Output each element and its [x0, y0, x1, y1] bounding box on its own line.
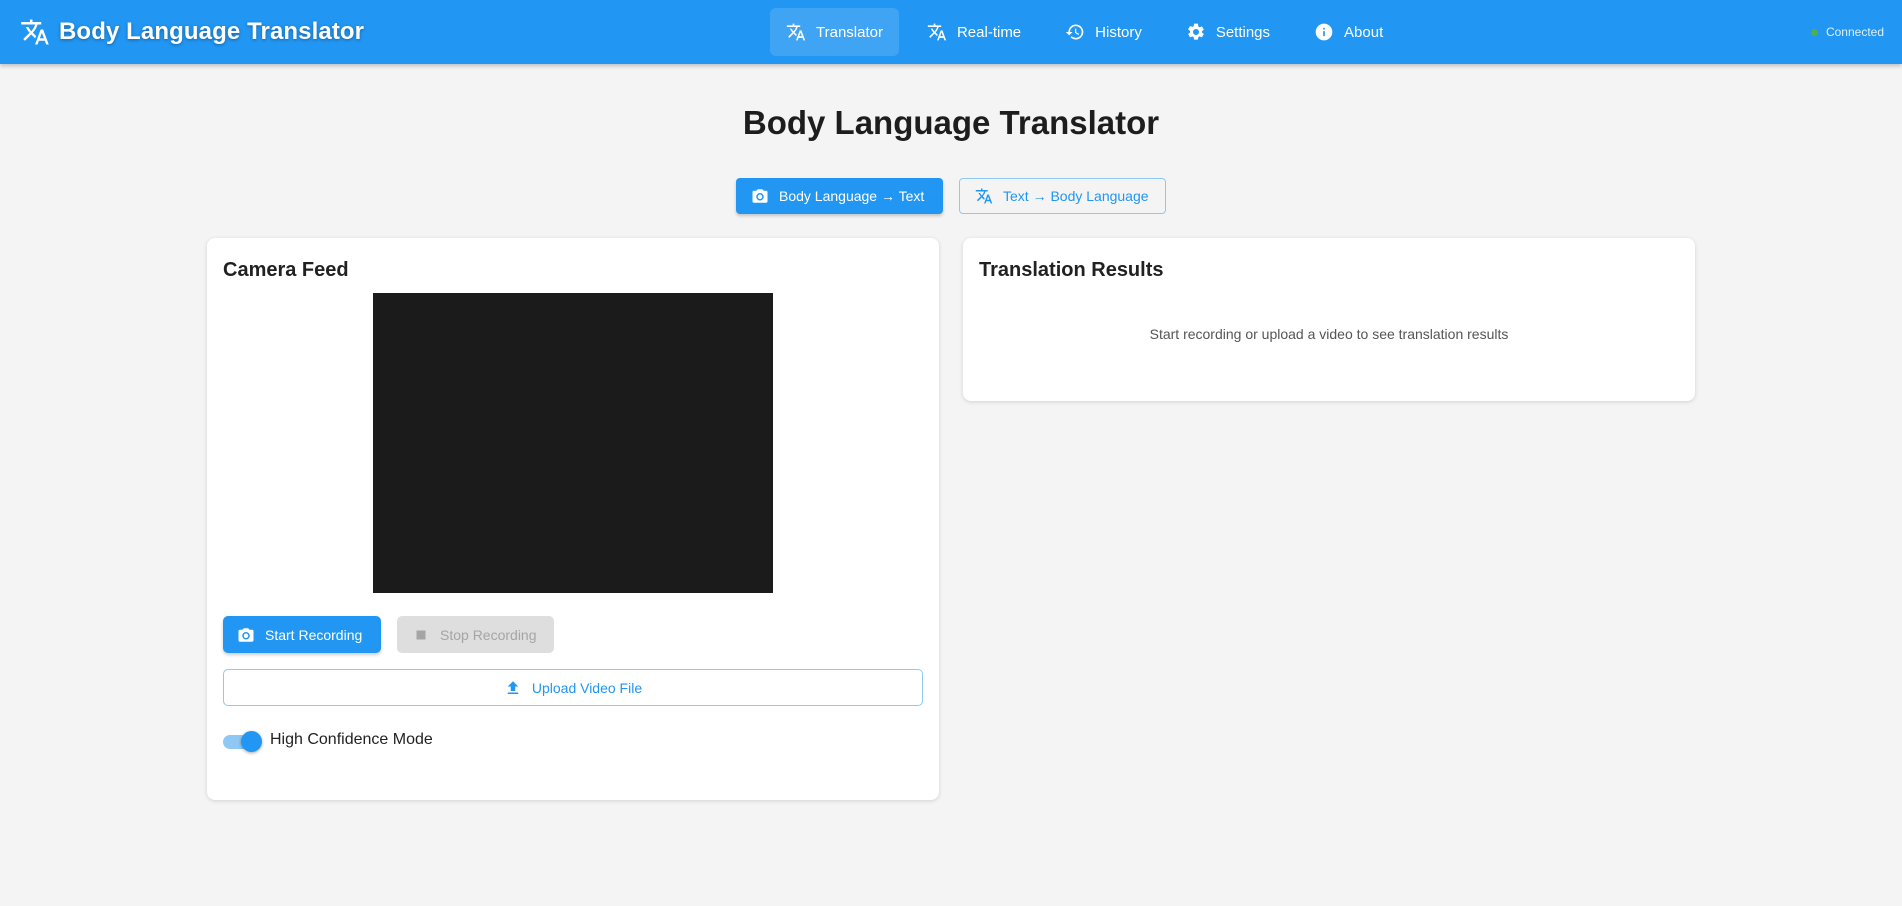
high-confidence-toggle[interactable]: High Confidence Mode [223, 728, 433, 752]
body-to-text-button[interactable]: Body Language → Text [736, 178, 943, 214]
gear-icon [1188, 23, 1204, 40]
mode-label: Body Language → Text [779, 188, 925, 204]
stop-icon [416, 630, 426, 639]
nav-item-label: History [1095, 23, 1142, 41]
camera-feed-card: Camera Feed Start Recording Stop Recordi… [207, 238, 939, 800]
translation-results-card: Translation Results Start recording or u… [963, 238, 1695, 401]
camera-icon [752, 189, 768, 203]
upload-video-label: Upload Video File [531, 679, 643, 696]
stop-recording-button[interactable]: Stop Recording [397, 616, 554, 653]
app-title: Body Language Translator [59, 18, 365, 45]
app-bar: Body Language Translator Translator Real… [0, 0, 1902, 64]
main-nav: Translator Real-time History Settings Ab… [770, 8, 1411, 56]
camera-icon [238, 627, 254, 642]
nav-item-translator[interactable]: Translator [770, 8, 899, 56]
toggle-switch[interactable] [223, 730, 262, 752]
camera-feed-title: Camera Feed [223, 259, 349, 281]
status-text: Connected [1825, 25, 1884, 39]
start-recording-button[interactable]: Start Recording [223, 616, 381, 653]
mode-label: Text → Body Language [1003, 188, 1149, 204]
nav-item-history[interactable]: History [1049, 8, 1158, 56]
nav-item-label: About [1344, 23, 1384, 41]
nav-item-about[interactable]: About [1298, 8, 1399, 56]
brand[interactable]: Body Language Translator [20, 0, 364, 64]
connection-status: Connected [1810, 0, 1884, 64]
nav-item-label: Settings [1215, 23, 1271, 41]
nav-item-real-time[interactable]: Real-time [911, 8, 1037, 56]
nav-item-label: Real-time [956, 23, 1022, 41]
translate-icon [21, 19, 49, 45]
upload-icon [507, 680, 519, 694]
upload-video-button[interactable]: Upload Video File [223, 669, 923, 706]
translate-icon [786, 23, 806, 41]
translate-icon [975, 188, 993, 204]
nav-item-label: Translator [816, 23, 883, 41]
empty-results-message: Start recording or upload a video to see… [1149, 326, 1509, 342]
info-icon [1315, 23, 1333, 41]
translation-results-title: Translation Results [979, 259, 1164, 281]
status-dot [1810, 28, 1818, 36]
stop-recording-label: Stop Recording [440, 626, 537, 643]
camera-video-preview [373, 293, 773, 593]
nav-item-settings[interactable]: Settings [1170, 8, 1286, 56]
text-to-body-button[interactable]: Text → Body Language [959, 178, 1166, 214]
high-confidence-label: High Confidence Mode [270, 731, 433, 748]
translate-icon [927, 23, 947, 41]
start-recording-label: Start Recording [265, 626, 363, 643]
switch-knob [241, 731, 262, 752]
history-icon [1065, 24, 1084, 40]
page-title: Body Language Translator [742, 104, 1160, 141]
